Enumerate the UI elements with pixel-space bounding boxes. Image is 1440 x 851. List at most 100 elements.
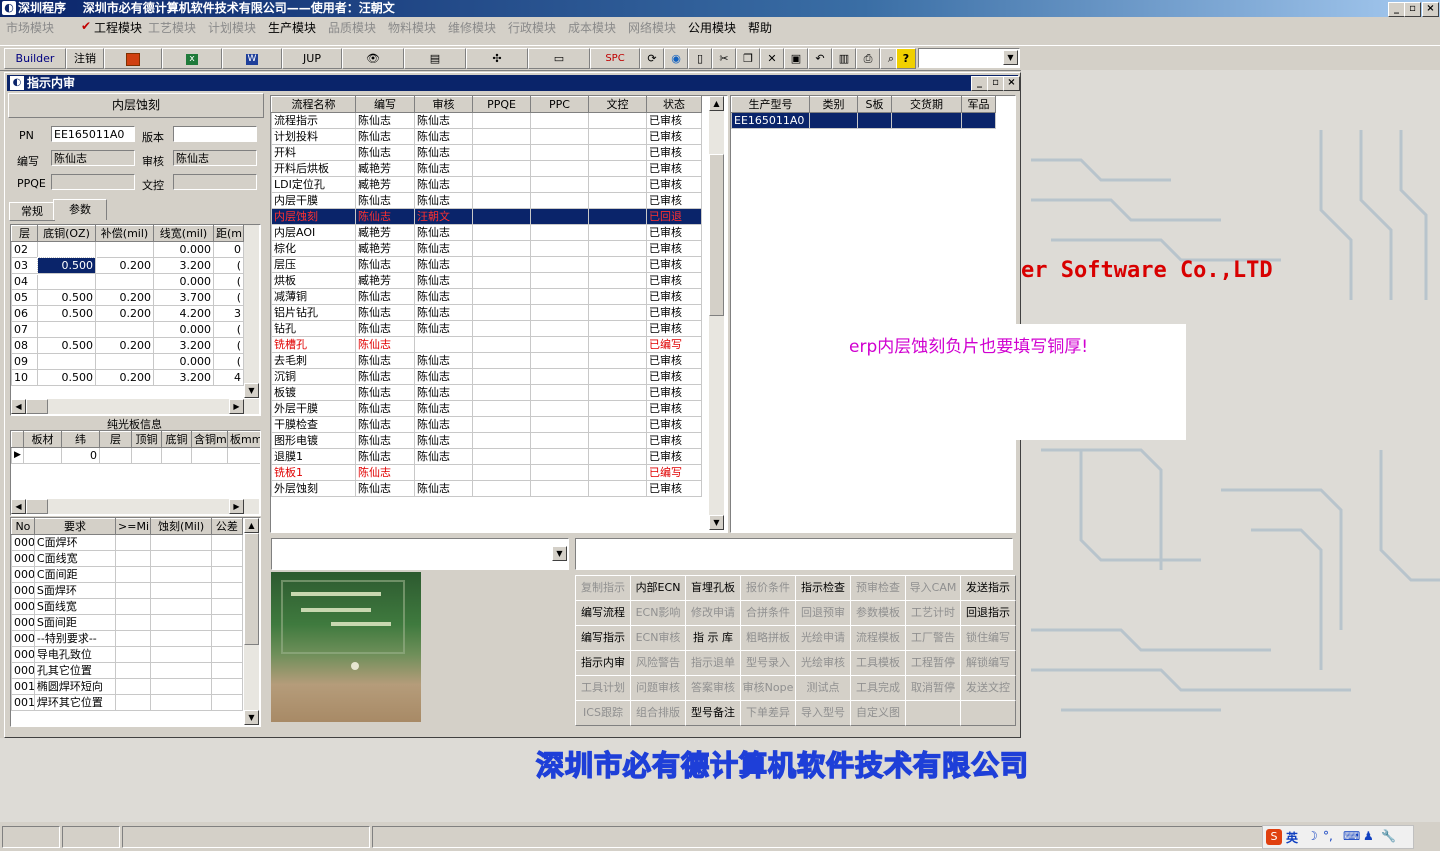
action-button[interactable]: 工具完成 <box>850 675 906 701</box>
process-cell[interactable] <box>472 208 531 225</box>
req-cell[interactable] <box>115 582 152 599</box>
scroll-down-icon[interactable]: ▼ <box>244 383 259 398</box>
process-row[interactable]: 流程指示 陈仙志 陈仙志 已审核 <box>271 112 702 129</box>
param-cell[interactable]: ( <box>213 273 244 290</box>
action-button[interactable]: 粗略拼板 <box>740 625 796 651</box>
action-button[interactable] <box>905 700 961 726</box>
process-column-header[interactable]: 流程名称 <box>271 96 356 113</box>
process-cell[interactable]: 已审核 <box>646 240 702 257</box>
refresh-icon[interactable]: ⟳ <box>640 48 664 69</box>
param-cell[interactable]: 3.200 <box>153 257 214 274</box>
delete-icon[interactable]: ✕ <box>760 48 784 69</box>
req-cell[interactable] <box>115 566 152 583</box>
param-cell[interactable]: 0.000 <box>153 273 214 290</box>
menu-item-8[interactable]: 行政模块 <box>508 19 556 36</box>
word-icon[interactable]: W <box>222 48 282 69</box>
process-cell[interactable] <box>472 304 531 321</box>
scroll-left-icon[interactable]: ◀ <box>11 499 26 514</box>
process-cell[interactable]: 已审核 <box>646 352 702 369</box>
action-button[interactable]: ICS跟踪 <box>575 700 631 726</box>
process-cell[interactable] <box>472 144 531 161</box>
action-button[interactable] <box>960 700 1016 726</box>
param-cell[interactable]: 0.200 <box>95 337 154 354</box>
param-cell[interactable]: 04 <box>11 273 38 290</box>
req-cell[interactable] <box>150 678 212 695</box>
req-cell[interactable]: S面线宽 <box>33 598 117 615</box>
browser-icon[interactable]: ◉ <box>664 48 688 69</box>
process-cell[interactable] <box>530 368 589 385</box>
process-cell[interactable] <box>530 448 589 465</box>
param-cell[interactable] <box>95 241 154 258</box>
action-button[interactable]: 型号录入 <box>740 650 796 676</box>
undo-icon[interactable]: ↶ <box>808 48 832 69</box>
param-cell[interactable]: 3.200 <box>153 369 214 386</box>
req-cell[interactable]: --特别要求-- <box>33 630 117 647</box>
keyboard-icon[interactable]: ⌨ <box>1343 829 1360 843</box>
action-button[interactable]: 指示内审 <box>575 650 631 676</box>
action-button[interactable]: 工厂警告 <box>905 625 961 651</box>
param-cell[interactable]: 0.500 <box>37 337 96 354</box>
process-cell[interactable] <box>588 192 647 209</box>
action-button[interactable]: 指示检查 <box>795 575 851 601</box>
model-cell[interactable] <box>857 112 892 129</box>
eye-icon[interactable]: 👁 <box>342 48 404 69</box>
process-cell[interactable] <box>588 336 647 353</box>
action-button[interactable]: 发送指示 <box>960 575 1016 601</box>
process-row[interactable]: 开料 陈仙志 陈仙志 已审核 <box>271 144 702 161</box>
process-cell[interactable]: 已编写 <box>646 464 702 481</box>
bare-column-header[interactable]: 含铜mm <box>191 431 228 448</box>
bare-column-header[interactable]: 底铜 <box>161 431 192 448</box>
process-cell[interactable] <box>530 304 589 321</box>
req-cell[interactable]: C面线宽 <box>33 550 117 567</box>
param-cell[interactable]: 0.200 <box>95 289 154 306</box>
req-cell[interactable] <box>115 614 152 631</box>
process-cell[interactable]: 内层AOI <box>271 224 356 241</box>
process-cell[interactable]: 铣板1 <box>271 464 356 481</box>
model-cell[interactable] <box>961 112 996 129</box>
process-cell[interactable] <box>472 336 531 353</box>
action-button[interactable]: 修改申请 <box>685 600 741 626</box>
process-cell[interactable]: 陈仙志 <box>355 432 415 449</box>
param-cell[interactable]: 4 <box>213 369 244 386</box>
process-cell[interactable] <box>530 464 589 481</box>
bare-cell[interactable] <box>227 447 260 464</box>
req-cell[interactable] <box>115 678 152 695</box>
req-cell[interactable] <box>210 646 244 663</box>
process-row[interactable]: 钻孔 陈仙志 陈仙志 已审核 <box>271 320 702 337</box>
scroll-up-icon[interactable]: ▲ <box>244 518 259 533</box>
process-cell[interactable] <box>588 272 647 289</box>
process-cell[interactable] <box>530 176 589 193</box>
hscroll-thumb[interactable] <box>26 399 48 414</box>
param-row[interactable]: 08 0.500 0.200 3.200( <box>11 337 244 354</box>
process-cell[interactable] <box>530 320 589 337</box>
process-row[interactable]: 层压 陈仙志 陈仙志 已审核 <box>271 256 702 273</box>
process-row[interactable]: 外层蚀刻 陈仙志 陈仙志 已审核 <box>271 480 702 497</box>
action-button[interactable]: 导入CAM <box>905 575 961 601</box>
process-cell[interactable]: 臧艳芳 <box>355 176 415 193</box>
process-cell[interactable]: 已审核 <box>646 160 702 177</box>
param-cell[interactable] <box>95 353 154 370</box>
req-cell[interactable] <box>150 582 212 599</box>
menu-item-9[interactable]: 成本模块 <box>568 19 616 36</box>
req-row[interactable]: 001 椭圆焊环短向 <box>11 678 244 695</box>
action-button[interactable]: 复制指示 <box>575 575 631 601</box>
bare-cell[interactable] <box>161 447 192 464</box>
action-button[interactable]: 审核Nope <box>740 675 796 701</box>
req-cell[interactable]: C面间距 <box>33 566 117 583</box>
reviewer-field[interactable]: 陈仙志 <box>173 150 257 166</box>
process-cell[interactable] <box>472 176 531 193</box>
process-cell[interactable] <box>588 144 647 161</box>
process-column-header[interactable]: PPC <box>530 96 589 113</box>
process-cell[interactable]: 开料 <box>271 144 356 161</box>
process-cell[interactable]: 陈仙志 <box>355 288 415 305</box>
action-button[interactable]: 光绘申请 <box>795 625 851 651</box>
action-button[interactable]: 参数模板 <box>850 600 906 626</box>
action-button[interactable]: 取消暂停 <box>905 675 961 701</box>
model-column-header[interactable]: 生产型号 <box>731 96 810 113</box>
ime-toolbar[interactable]: S 英 ☽ °, ⌨ ♟ 🔧 <box>1262 825 1414 849</box>
computer-icon[interactable]: ▭ <box>528 48 590 69</box>
process-cell[interactable]: 陈仙志 <box>414 272 473 289</box>
process-column-header[interactable]: PPQE <box>472 96 531 113</box>
param-cell[interactable] <box>95 273 154 290</box>
process-cell[interactable] <box>530 384 589 401</box>
